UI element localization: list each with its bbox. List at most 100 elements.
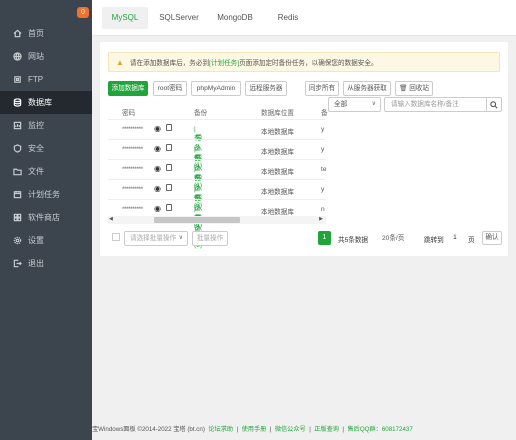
phpmyadmin-button[interactable]: phpMyAdmin	[191, 81, 241, 96]
eye-icon[interactable]: ◉	[154, 204, 161, 213]
scrollbar-thumb[interactable]	[154, 217, 240, 223]
search-icon[interactable]	[486, 98, 501, 111]
sidebar-item-logout[interactable]: 退出	[0, 252, 92, 275]
monitor-icon	[13, 121, 22, 130]
database-icon	[13, 98, 22, 107]
sidebar-item-home[interactable]: 首页	[0, 22, 92, 45]
globe-icon	[13, 52, 22, 61]
footer: 宝Windows面板 ©2014-2022 宝塔 (bt.cn) 论坛求助 | …	[92, 426, 413, 433]
confirm-jump-button[interactable]: 确认	[482, 231, 502, 245]
table-header: 密码 备份 数据库位置 备	[108, 104, 328, 118]
tab-redis[interactable]: Redis	[270, 7, 306, 29]
copy-icon[interactable]	[166, 124, 172, 131]
root-password-button[interactable]: root密码	[153, 81, 187, 96]
sidebar-item-database[interactable]: 数据库	[0, 91, 92, 114]
sidebar-item-label: 软件商店	[28, 213, 60, 222]
sidebar-item-settings[interactable]: 设置	[0, 229, 92, 252]
column-header-backup: 备份	[194, 110, 208, 117]
filter-select[interactable]: 全部 ∨	[328, 97, 381, 112]
footer-link-forum[interactable]: 论坛求助	[208, 426, 233, 433]
add-database-button[interactable]: 添加数据库	[108, 81, 148, 96]
batch-select-placeholder: 请选择批量操作	[130, 235, 177, 242]
sidebar-item-cron[interactable]: 计划任务	[0, 183, 92, 206]
search-placeholder: 请输入数据库名称/备注	[391, 101, 459, 108]
scroll-left-icon[interactable]: ◀	[109, 216, 113, 222]
sidebar-item-label: 计划任务	[28, 190, 60, 199]
backup-alert: ▲ 请在添加数据库后，务必到 [计划任务] 页面添加定时备份任务，以确保您的数据…	[108, 52, 500, 72]
sidebar-item-websites[interactable]: 网站	[0, 45, 92, 68]
page-jump-input[interactable]: 1	[448, 231, 462, 245]
eye-icon[interactable]: ◉	[154, 184, 161, 193]
filter-select-value: 全部	[334, 101, 348, 108]
horizontal-scrollbar[interactable]: ◀ ▶	[108, 216, 326, 224]
batch-operation-select[interactable]: 请选择批量操作 ∨	[124, 231, 188, 246]
sidebar-item-store[interactable]: 软件商店	[0, 206, 92, 229]
home-icon	[13, 29, 22, 38]
tab-sqlserver[interactable]: SQLServer	[156, 7, 202, 29]
warning-icon: ▲	[116, 57, 124, 67]
select-all-checkbox[interactable]	[112, 233, 120, 241]
sidebar-item-label: 首页	[28, 29, 44, 38]
notification-badge[interactable]: 0	[77, 7, 89, 18]
sidebar-item-monitor[interactable]: 监控	[0, 114, 92, 137]
sidebar-item-ftp[interactable]: FTP	[0, 68, 92, 91]
footer-link-qq-group[interactable]: 售后QQ群：608172437	[347, 426, 412, 433]
recycle-bin-button[interactable]: 🗑 回收站	[395, 81, 433, 96]
eye-icon[interactable]: ◉	[154, 144, 161, 153]
sync-all-button[interactable]: 同步所有	[305, 81, 339, 96]
password-mask: **********	[122, 206, 143, 213]
sidebar-item-security[interactable]: 安全	[0, 137, 92, 160]
table-row: ********** ◉ 有备份(3) | 导入 本地数据库 te	[108, 159, 327, 209]
remote-server-button[interactable]: 远程服务器	[245, 81, 287, 96]
db-note: y	[321, 146, 325, 153]
cron-task-link[interactable]: [计划任务]	[209, 57, 239, 67]
alert-text-prefix: 请在添加数据库后，务必到	[129, 60, 210, 67]
eye-icon[interactable]: ◉	[154, 124, 161, 133]
sidebar-item-label: 退出	[28, 259, 44, 268]
footer-link-license[interactable]: 正版查询	[314, 426, 339, 433]
copy-icon[interactable]	[166, 204, 172, 211]
logout-icon	[13, 259, 22, 268]
column-header-note: 备	[321, 110, 328, 117]
sidebar-nav: 首页 网站 FTP 数据库 监控 安全 文件 计划任务 软件商店 设置 退出	[0, 22, 92, 275]
sidebar-item-label: 数据库	[28, 98, 52, 107]
sidebar: 0 首页 网站 FTP 数据库 监控 安全 文件 计划任务 软件商店 设置 退出	[0, 0, 92, 440]
password-mask: **********	[122, 166, 143, 173]
db-location: 本地数据库	[261, 189, 294, 196]
page-unit-label: 页	[468, 237, 475, 244]
calendar-icon	[13, 190, 22, 199]
table-row: ********** ◉ 有备份(1) | 导入 本地数据库 y	[108, 119, 326, 169]
sidebar-item-label: 网站	[28, 52, 44, 61]
ftp-icon	[13, 75, 22, 84]
page-1-button[interactable]: 1	[318, 231, 331, 245]
password-mask: **********	[122, 146, 143, 153]
total-count: 共5条数据	[338, 237, 369, 244]
per-page-select[interactable]: 20条/页	[376, 231, 416, 246]
recycle-bin-label: 回收站	[409, 85, 429, 92]
folder-icon	[13, 167, 22, 176]
copy-icon[interactable]	[166, 144, 172, 151]
sidebar-item-files[interactable]: 文件	[0, 160, 92, 183]
alert-text-suffix: 页面添加定时备份任务，以确保您的数据安全。	[239, 60, 378, 67]
database-table: ********** ◉ 有备份(1) | 导入 本地数据库 y *******…	[108, 119, 327, 249]
db-note: y	[321, 186, 325, 193]
tab-mongodb[interactable]: MongoDB	[210, 7, 260, 29]
batch-operation-button[interactable]: 批量操作	[192, 231, 228, 246]
footer-link-manual[interactable]: 使用手册	[242, 426, 267, 433]
tab-mysql[interactable]: MySQL	[102, 7, 148, 29]
scroll-right-icon[interactable]: ▶	[319, 216, 323, 222]
search-input[interactable]: 请输入数据库名称/备注	[384, 97, 502, 112]
sidebar-item-label: FTP	[28, 75, 44, 84]
db-note: y	[321, 126, 325, 133]
db-location: 本地数据库	[261, 149, 294, 156]
footer-link-wechat[interactable]: 微信公众号	[275, 426, 306, 433]
eye-icon[interactable]: ◉	[154, 164, 161, 173]
password-mask: **********	[122, 186, 143, 193]
copy-icon[interactable]	[166, 164, 172, 171]
copyright-text: 宝Windows面板 ©2014-2022 宝塔 (bt.cn)	[92, 426, 205, 433]
sidebar-item-label: 设置	[28, 236, 44, 245]
get-from-server-button[interactable]: 从服务器获取	[343, 81, 391, 96]
database-panel: ▲ 请在添加数据库后，务必到 [计划任务] 页面添加定时备份任务，以确保您的数据…	[100, 42, 508, 256]
trash-icon: 🗑	[399, 85, 408, 92]
copy-icon[interactable]	[166, 184, 172, 191]
